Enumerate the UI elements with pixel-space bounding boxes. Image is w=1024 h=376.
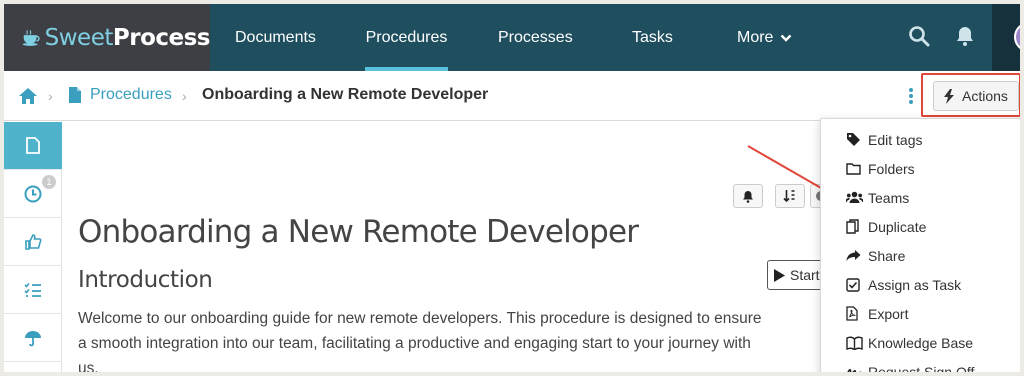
share-icon bbox=[846, 250, 861, 261]
menu-item-label: Request Sign Off bbox=[868, 363, 975, 373]
chevron-down-icon bbox=[781, 34, 792, 42]
folder-icon bbox=[846, 163, 861, 175]
nav-tasks-label: Tasks bbox=[632, 28, 673, 46]
actions-button-label: Actions bbox=[962, 88, 1008, 104]
sidebar-item-approvals[interactable] bbox=[4, 218, 62, 266]
bell-icon[interactable] bbox=[953, 24, 977, 48]
menu-item-label: Folders bbox=[868, 160, 915, 177]
logo[interactable]: SweetProcess bbox=[4, 4, 211, 71]
menu-item-label: Assign as Task bbox=[868, 276, 962, 293]
teacup-logo-icon bbox=[22, 29, 40, 46]
thumbs-up-icon bbox=[25, 233, 42, 250]
users-icon bbox=[846, 191, 863, 203]
logo-text-light: Sweet bbox=[44, 24, 114, 51]
breadcrumb: › Procedures › Onboarding a New Remote D… bbox=[4, 71, 1020, 121]
breadcrumb-separator-icon: › bbox=[48, 88, 53, 104]
bolt-icon bbox=[944, 88, 954, 104]
left-sidebar: 1 bbox=[4, 122, 62, 372]
home-icon[interactable] bbox=[18, 87, 38, 105]
menu-item-export[interactable]: Export bbox=[821, 299, 1020, 328]
tag-icon bbox=[847, 133, 860, 146]
actions-button[interactable]: Actions bbox=[933, 81, 1019, 111]
start-button-label: Start bbox=[790, 267, 820, 283]
pdf-icon bbox=[846, 306, 858, 321]
menu-item-teams[interactable]: Teams bbox=[821, 183, 1020, 212]
signature-icon bbox=[847, 368, 862, 372]
nav-procedures[interactable]: Procedures bbox=[365, 4, 448, 71]
intro-paragraph: Welcome to our onboarding guide for new … bbox=[78, 310, 762, 372]
checkbox-icon bbox=[846, 277, 860, 292]
clock-icon bbox=[24, 185, 42, 202]
menu-item-label: Teams bbox=[868, 189, 910, 206]
menu-item-label: Share bbox=[868, 247, 906, 264]
checklist-icon bbox=[24, 282, 41, 297]
top-navigation: SweetProcess Documents Procedures Proces… bbox=[4, 4, 1020, 71]
logo-text-bold: Process bbox=[112, 24, 211, 51]
nav-tasks[interactable]: Tasks bbox=[632, 4, 673, 71]
nav-procedures-label: Procedures bbox=[365, 28, 448, 46]
copy-icon bbox=[846, 219, 859, 234]
play-icon bbox=[774, 268, 785, 282]
menu-item-label: Export bbox=[868, 305, 909, 322]
document-icon bbox=[69, 87, 81, 103]
book-icon bbox=[846, 336, 863, 350]
menu-item-assign-as-task[interactable]: Assign as Task bbox=[821, 270, 1020, 299]
menu-item-label: Duplicate bbox=[868, 218, 927, 235]
sidebar-item-policies[interactable] bbox=[4, 314, 62, 362]
nav-documents-label: Documents bbox=[235, 28, 316, 46]
menu-item-share[interactable]: Share bbox=[821, 241, 1020, 270]
menu-item-duplicate[interactable]: Duplicate bbox=[821, 212, 1020, 241]
actions-menu: Edit tags Folders Teams Duplicate Share … bbox=[820, 118, 1020, 372]
menu-item-request-sign-off[interactable]: Request Sign Off bbox=[821, 357, 1020, 372]
menu-item-folders[interactable]: Folders bbox=[821, 154, 1020, 183]
app-frame: SweetProcess Documents Procedures Proces… bbox=[4, 4, 1020, 372]
history-count-badge: 1 bbox=[42, 175, 56, 189]
logo-text: SweetProcess bbox=[44, 24, 211, 51]
sidebar-item-checklist[interactable] bbox=[4, 266, 62, 314]
document-icon bbox=[26, 137, 40, 154]
menu-item-label: Edit tags bbox=[868, 131, 923, 148]
breadcrumb-separator-icon: › bbox=[182, 88, 187, 104]
sidebar-item-history[interactable]: 1 bbox=[4, 170, 62, 218]
menu-item-label: Knowledge Base bbox=[868, 334, 974, 351]
breadcrumb-current: Onboarding a New Remote Developer bbox=[202, 86, 489, 103]
more-options-icon[interactable] bbox=[909, 88, 913, 104]
search-icon[interactable] bbox=[907, 24, 931, 48]
section-heading: Introduction bbox=[78, 267, 213, 293]
page-title: Onboarding a New Remote Developer bbox=[78, 214, 639, 250]
menu-item-edit-tags[interactable]: Edit tags bbox=[821, 125, 1020, 154]
nav-processes[interactable]: Processes bbox=[498, 4, 573, 71]
nav-documents[interactable]: Documents bbox=[235, 4, 316, 71]
breadcrumb-procedures-link[interactable]: Procedures bbox=[90, 86, 172, 104]
nav-more-label: More bbox=[737, 28, 774, 46]
sidebar-item-document[interactable] bbox=[4, 122, 62, 170]
start-button[interactable]: Start bbox=[767, 260, 827, 290]
menu-item-knowledge-base[interactable]: Knowledge Base bbox=[821, 328, 1020, 357]
umbrella-icon bbox=[25, 330, 41, 346]
nav-processes-label: Processes bbox=[498, 28, 573, 46]
nav-more[interactable]: More bbox=[737, 4, 792, 71]
